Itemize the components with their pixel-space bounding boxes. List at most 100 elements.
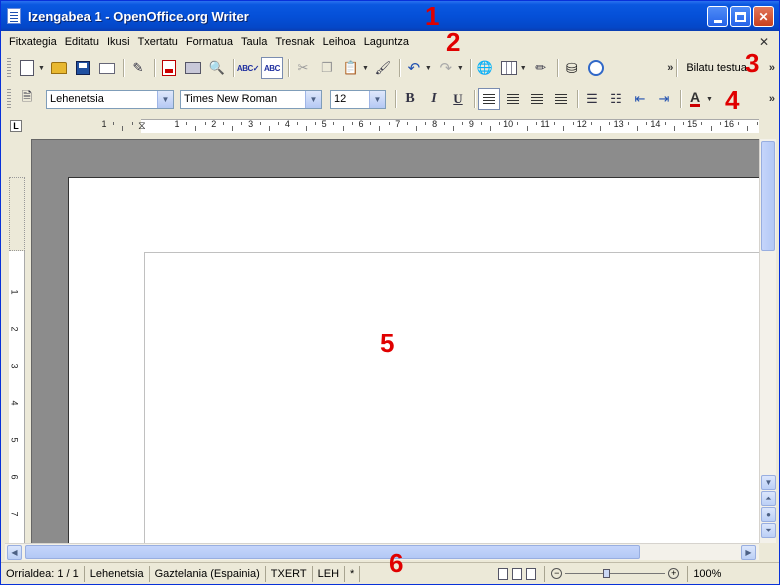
redo-dropdown-arrow[interactable]: ▼ [457,65,464,72]
language-status[interactable]: Gaztelania (Espainia) [150,565,266,582]
vertical-scrollbar[interactable]: ▼ ⏶ ● ⏷ [759,139,776,543]
chevron-down-icon[interactable]: ▼ [157,90,173,108]
font-color-button[interactable]: A [684,88,706,110]
menu-view[interactable]: Ikusi [105,36,136,48]
scroll-down-arrow[interactable]: ▼ [761,475,776,490]
align-center-button[interactable] [502,88,524,110]
new-document-button[interactable] [16,57,38,79]
decrease-indent-button[interactable]: ⇤ [629,88,651,110]
menu-file[interactable]: Fitxategia [7,36,63,48]
separator [153,59,155,77]
book-view-icon[interactable] [526,567,537,580]
table-button[interactable] [498,57,520,79]
close-button[interactable]: ✕ [753,6,774,27]
italic-button[interactable]: I [423,88,445,110]
zoom-level[interactable]: 100% [687,565,726,582]
toolbar-grip[interactable] [7,89,11,109]
tab-type-button[interactable]: L [10,120,22,132]
redo-button[interactable]: ↷ [435,57,457,79]
find-toolbar-overflow-icon[interactable]: » [769,62,775,74]
font-size-select[interactable]: 12 ▼ [330,89,386,109]
increase-indent-button[interactable]: ⇥ [653,88,675,110]
selection-mode[interactable]: LEH [313,565,346,582]
edit-file-button[interactable]: ✎ [127,57,149,79]
spellcheck-button[interactable]: ABC✓ [237,57,260,79]
hyperlink-button[interactable]: 🌐 [474,57,496,79]
vertical-ruler-number: 2 [9,326,20,332]
menu-help[interactable]: Laguntza [362,36,415,48]
menu-format[interactable]: Formatua [184,36,239,48]
horizontal-scroll-thumb[interactable] [25,545,640,559]
maximize-button[interactable] [730,6,751,27]
menu-tools[interactable]: Tresnak [273,36,320,48]
draw-functions-button[interactable]: ✏ [530,57,552,79]
table-dropdown-arrow[interactable]: ▼ [520,65,527,72]
underline-button[interactable]: U [447,88,469,110]
zoom-in-icon[interactable]: + [668,568,680,579]
ruler-tick [756,122,758,125]
format-paintbrush-button[interactable]: 🖌 [372,57,394,79]
page-preview-button[interactable]: 🔍 [206,57,228,79]
vertical-scroll-thumb[interactable] [761,141,775,251]
multi-page-view-icon[interactable] [512,567,523,580]
text-boundary[interactable] [144,252,759,543]
cut-button[interactable]: ✂ [292,57,314,79]
bold-button[interactable]: B [399,88,421,110]
navigator-button[interactable] [585,57,607,79]
undo-dropdown-arrow[interactable]: ▼ [425,65,432,72]
find-replace-button[interactable]: ⛁ [561,57,583,79]
insert-mode[interactable]: TXERT [266,565,313,582]
paste-button[interactable]: 📋 [340,57,362,79]
paragraph-style-select[interactable]: Lehenetsia ▼ [46,89,174,109]
zoom-knob[interactable] [603,569,611,578]
chevron-down-icon[interactable]: ▼ [305,90,321,108]
menu-window[interactable]: Leihoa [321,36,362,48]
previous-page-button[interactable]: ⏶ [761,491,776,506]
close-document-icon[interactable]: ✕ [759,35,769,49]
zoom-out-icon[interactable]: − [551,568,563,579]
horizontal-scrollbar[interactable]: ◀ ▶ [5,543,759,560]
horizontal-ruler[interactable]: L ⧖ 1 1 2 3 4 5 6 7 8 9 10 11 12 13 14 15 16 [1,116,779,136]
menu-insert[interactable]: Txertatu [136,36,184,48]
bullets-button[interactable]: ☷ [605,88,627,110]
numbering-button[interactable]: ☰ [581,88,603,110]
document-page[interactable] [68,177,759,543]
toolbar-grip[interactable] [7,58,11,78]
font-name-select[interactable]: Times New Roman ▼ [180,89,322,109]
next-page-button[interactable]: ⏷ [761,523,776,538]
menu-table[interactable]: Taula [239,36,273,48]
print-button[interactable] [182,57,204,79]
zoom-track[interactable] [565,569,666,578]
open-button[interactable] [48,57,70,79]
title-bar[interactable]: Izengabea 1 - OpenOffice.org Writer ✕ [1,1,779,31]
single-page-view-icon[interactable] [498,567,509,580]
font-color-dropdown-arrow[interactable]: ▼ [706,96,713,103]
page-style[interactable]: Lehenetsia [85,565,150,582]
styles-formatting-button[interactable]: 🗎 [16,88,38,110]
new-dropdown-arrow[interactable]: ▼ [38,65,45,72]
zoom-slider[interactable]: − + [551,568,680,579]
scroll-right-arrow[interactable]: ▶ [741,545,756,560]
page-count[interactable]: Orrialdea: 1 / 1 [1,565,85,582]
toolbar-overflow-icon[interactable]: » [769,93,775,105]
navigation-button[interactable]: ● [761,507,776,522]
export-pdf-button[interactable] [158,57,180,79]
save-button[interactable] [72,57,94,79]
ruler-tick [223,122,224,125]
copy-button[interactable]: ❐ [316,57,338,79]
autospellcheck-button[interactable]: ABC [260,57,283,79]
find-text-label[interactable]: Bilatu testua [686,62,747,74]
scroll-left-arrow[interactable]: ◀ [7,545,22,560]
align-right-button[interactable] [526,88,548,110]
document-area[interactable] [31,139,759,543]
toolbar-overflow-icon[interactable]: » [667,62,673,74]
email-button[interactable] [96,57,118,79]
indent-marker-icon[interactable]: ⧖ [138,120,146,133]
undo-button[interactable]: ↶ [403,57,425,79]
align-left-button[interactable] [478,88,500,110]
justify-button[interactable] [550,88,572,110]
chevron-down-icon[interactable]: ▼ [369,90,385,108]
minimize-button[interactable] [707,6,728,27]
paste-dropdown-arrow[interactable]: ▼ [362,65,369,72]
menu-edit[interactable]: Editatu [63,36,105,48]
